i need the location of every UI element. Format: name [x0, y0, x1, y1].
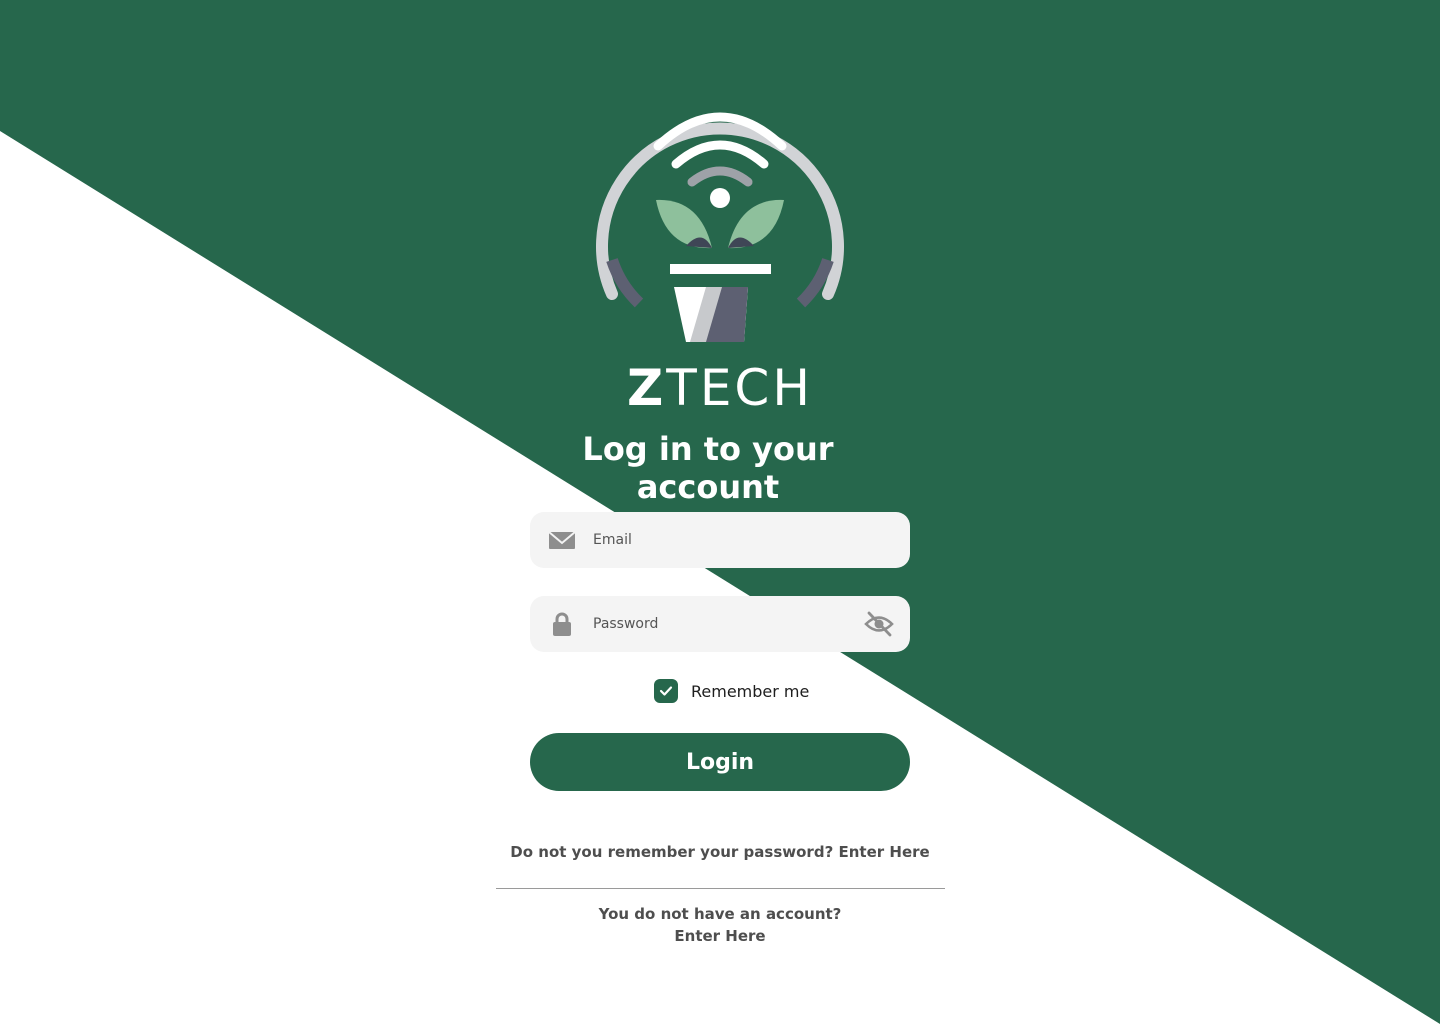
login-title: Log in to your account: [582, 430, 834, 506]
brand-prefix: Z: [627, 359, 667, 417]
brand-wordmark: ZTECH: [0, 358, 1440, 418]
login-button[interactable]: Login: [530, 733, 910, 791]
brand-suffix: TECH: [666, 359, 813, 417]
check-icon: [659, 686, 673, 696]
email-field[interactable]: [530, 512, 910, 568]
remember-me[interactable]: Remember me: [654, 678, 809, 704]
remember-label: Remember me: [691, 681, 810, 701]
forgot-password: Do not you remember your password? Enter…: [0, 843, 1440, 861]
password-input[interactable]: [593, 596, 853, 652]
email-input[interactable]: [593, 512, 853, 568]
signup-text: You do not have an account?: [598, 905, 842, 923]
password-field[interactable]: [530, 596, 910, 652]
signup-link[interactable]: Enter Here: [674, 927, 765, 945]
eye-off-icon[interactable]: [864, 610, 894, 638]
forgot-password-link[interactable]: Enter Here: [839, 843, 930, 861]
divider: [496, 888, 945, 889]
signup-prompt: You do not have an account? Enter Here: [0, 903, 1440, 947]
mail-icon: [548, 531, 576, 549]
lock-icon: [553, 612, 571, 636]
remember-checkbox[interactable]: [654, 679, 678, 703]
forgot-text: Do not you remember your password?: [510, 843, 834, 861]
ztech-logo: [596, 112, 844, 342]
